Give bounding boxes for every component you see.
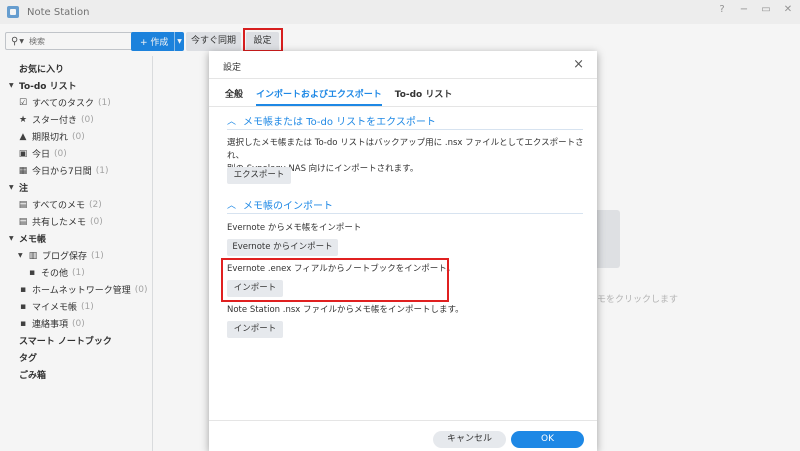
section-divider [227,213,583,214]
chevron-up-icon[interactable]: ︿ [227,198,236,211]
nsx-import-description: Note Station .nsx ファイルからメモ帳をインポートします。 [227,305,464,315]
chevron-up-icon[interactable]: ︿ [227,114,236,127]
import-section-heading[interactable]: ︿ メモ帳のインポート [227,197,333,212]
tab-todo-list[interactable]: To-do リスト [395,87,453,106]
dialog-header: 設定 × [209,51,597,79]
tab-import-export[interactable]: インポートおよびエクスポート [256,87,382,106]
dialog-tabs: 全般 インポートおよびエクスポート To-do リスト [225,87,452,106]
export-section-title: メモ帳または To-do リストをエクスポート [243,117,436,128]
tabs-divider [209,106,597,107]
nsx-import-button[interactable]: インポート [227,321,283,338]
settings-dialog: 設定 × 全般 インポートおよびエクスポート To-do リスト ︿ メモ帳また… [209,51,597,451]
ok-button[interactable]: OK [511,431,584,448]
import-section-title: メモ帳のインポート [243,201,334,212]
export-section-heading[interactable]: ︿ メモ帳または To-do リストをエクスポート [227,113,436,128]
import-from-evernote-button[interactable]: Evernote からインポート [227,239,338,256]
section-divider [227,129,583,130]
dialog-footer-divider [209,420,597,421]
close-icon[interactable]: × [573,57,584,72]
evernote-import-description: Evernote からメモ帳をインポート [227,223,362,233]
tab-general[interactable]: 全般 [225,87,243,106]
enex-import-highlight-box [221,258,449,302]
export-description-line-1: 選択したメモ帳または To-do リストはバックアップ用に .nsx ファイルと… [227,138,584,161]
export-button[interactable]: エクスポート [227,167,291,184]
cancel-button[interactable]: キャンセル [433,431,506,448]
dialog-title: 設定 [223,63,242,73]
